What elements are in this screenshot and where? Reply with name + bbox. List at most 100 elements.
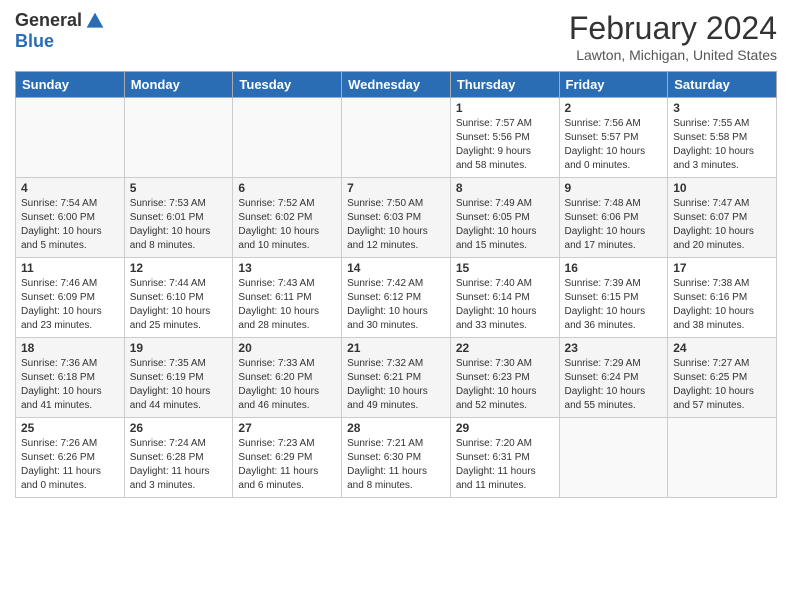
- day-info-line: and 55 minutes.: [565, 399, 663, 413]
- day-info: Sunrise: 7:21 AMSunset: 6:30 PMDaylight:…: [347, 437, 445, 493]
- day-info-line: Sunset: 5:58 PM: [673, 131, 771, 145]
- day-info-line: Sunrise: 7:52 AM: [238, 197, 336, 211]
- location: Lawton, Michigan, United States: [569, 47, 777, 63]
- day-info: Sunrise: 7:46 AMSunset: 6:09 PMDaylight:…: [21, 277, 119, 333]
- calendar-cell: 2Sunrise: 7:56 AMSunset: 5:57 PMDaylight…: [559, 98, 668, 178]
- day-info-line: Daylight: 10 hours: [565, 145, 663, 159]
- day-info-line: Daylight: 10 hours: [456, 385, 554, 399]
- day-info-line: and 49 minutes.: [347, 399, 445, 413]
- day-number: 6: [238, 181, 336, 195]
- calendar-cell: 27Sunrise: 7:23 AMSunset: 6:29 PMDayligh…: [233, 418, 342, 498]
- day-info-line: Daylight: 10 hours: [673, 145, 771, 159]
- day-info-line: Sunset: 6:10 PM: [130, 291, 228, 305]
- day-info-line: Sunrise: 7:38 AM: [673, 277, 771, 291]
- day-info: Sunrise: 7:39 AMSunset: 6:15 PMDaylight:…: [565, 277, 663, 333]
- day-info-line: Sunrise: 7:23 AM: [238, 437, 336, 451]
- calendar-cell: 28Sunrise: 7:21 AMSunset: 6:30 PMDayligh…: [342, 418, 451, 498]
- day-info-line: and 38 minutes.: [673, 319, 771, 333]
- day-info-line: Sunset: 6:26 PM: [21, 451, 119, 465]
- day-info-line: Daylight: 10 hours: [673, 305, 771, 319]
- calendar-week-row: 25Sunrise: 7:26 AMSunset: 6:26 PMDayligh…: [16, 418, 777, 498]
- day-info-line: Sunrise: 7:26 AM: [21, 437, 119, 451]
- day-info-line: and 46 minutes.: [238, 399, 336, 413]
- day-info-line: Daylight: 10 hours: [347, 305, 445, 319]
- day-number: 11: [21, 261, 119, 275]
- header-saturday: Saturday: [668, 72, 777, 98]
- day-info-line: Sunset: 6:18 PM: [21, 371, 119, 385]
- day-number: 9: [565, 181, 663, 195]
- calendar-cell: [559, 418, 668, 498]
- day-info-line: and 17 minutes.: [565, 239, 663, 253]
- day-number: 12: [130, 261, 228, 275]
- day-info-line: and 23 minutes.: [21, 319, 119, 333]
- day-info: Sunrise: 7:52 AMSunset: 6:02 PMDaylight:…: [238, 197, 336, 253]
- calendar-cell: 16 Sunrise: 7:39 AMSunset: 6:15 PMDayligh…: [559, 258, 668, 338]
- calendar-week-row: 4 Sunrise: 7:54 AMSunset: 6:00 PMDaylight…: [16, 178, 777, 258]
- calendar-cell: 26Sunrise: 7:24 AMSunset: 6:28 PMDayligh…: [124, 418, 233, 498]
- day-info-line: Sunset: 6:03 PM: [347, 211, 445, 225]
- day-info-line: Sunrise: 7:44 AM: [130, 277, 228, 291]
- header-tuesday: Tuesday: [233, 72, 342, 98]
- title-block: February 2024 Lawton, Michigan, United S…: [569, 10, 777, 63]
- day-info-line: Daylight: 10 hours: [21, 305, 119, 319]
- day-info-line: and 36 minutes.: [565, 319, 663, 333]
- day-info: Sunrise: 7:20 AMSunset: 6:31 PMDaylight:…: [456, 437, 554, 493]
- day-info-line: Sunset: 6:05 PM: [456, 211, 554, 225]
- day-number: 22: [456, 341, 554, 355]
- calendar-week-row: 11 Sunrise: 7:46 AMSunset: 6:09 PMDayligh…: [16, 258, 777, 338]
- calendar-cell: 7 Sunrise: 7:50 AMSunset: 6:03 PMDaylight…: [342, 178, 451, 258]
- calendar-cell: 23Sunrise: 7:29 AMSunset: 6:24 PMDayligh…: [559, 338, 668, 418]
- logo-general-text: General: [15, 10, 82, 31]
- calendar-cell: 20Sunrise: 7:33 AMSunset: 6:20 PMDayligh…: [233, 338, 342, 418]
- day-info: Sunrise: 7:40 AMSunset: 6:14 PMDaylight:…: [456, 277, 554, 333]
- day-info: Sunrise: 7:30 AMSunset: 6:23 PMDaylight:…: [456, 357, 554, 413]
- header-wednesday: Wednesday: [342, 72, 451, 98]
- day-info-line: Sunrise: 7:54 AM: [21, 197, 119, 211]
- day-info-line: Sunrise: 7:48 AM: [565, 197, 663, 211]
- day-info-line: Sunrise: 7:33 AM: [238, 357, 336, 371]
- calendar-cell: 13Sunrise: 7:43 AMSunset: 6:11 PMDayligh…: [233, 258, 342, 338]
- day-info-line: Daylight: 10 hours: [565, 305, 663, 319]
- calendar-cell: 29 Sunrise: 7:20 AMSunset: 6:31 PMDayligh…: [450, 418, 559, 498]
- day-info-line: Sunrise: 7:40 AM: [456, 277, 554, 291]
- calendar-cell: [16, 98, 125, 178]
- day-info-line: and 58 minutes.: [456, 159, 554, 173]
- calendar-cell: [124, 98, 233, 178]
- day-number: 17: [673, 261, 771, 275]
- day-info: Sunrise: 7:54 AMSunset: 6:00 PMDaylight:…: [21, 197, 119, 253]
- day-info-line: Sunrise: 7:46 AM: [21, 277, 119, 291]
- calendar-cell: 10Sunrise: 7:47 AMSunset: 6:07 PMDayligh…: [668, 178, 777, 258]
- calendar-cell: 21Sunrise: 7:32 AMSunset: 6:21 PMDayligh…: [342, 338, 451, 418]
- header-sunday: Sunday: [16, 72, 125, 98]
- logo: General Blue: [15, 10, 105, 52]
- day-info: Sunrise: 7:49 AMSunset: 6:05 PMDaylight:…: [456, 197, 554, 253]
- day-info-line: Daylight: 10 hours: [456, 305, 554, 319]
- day-number: 16: [565, 261, 663, 275]
- day-number: 1: [456, 101, 554, 115]
- day-info-line: Sunrise: 7:55 AM: [673, 117, 771, 131]
- day-info-line: and 12 minutes.: [347, 239, 445, 253]
- day-number: 24: [673, 341, 771, 355]
- day-info-line: Sunrise: 7:29 AM: [565, 357, 663, 371]
- day-info-line: and 3 minutes.: [130, 479, 228, 493]
- day-info-line: and 20 minutes.: [673, 239, 771, 253]
- day-info-line: Sunrise: 7:30 AM: [456, 357, 554, 371]
- day-info-line: Sunrise: 7:42 AM: [347, 277, 445, 291]
- day-info-line: Sunset: 6:12 PM: [347, 291, 445, 305]
- day-number: 15: [456, 261, 554, 275]
- day-info: Sunrise: 7:43 AMSunset: 6:11 PMDaylight:…: [238, 277, 336, 333]
- calendar-cell: 17Sunrise: 7:38 AMSunset: 6:16 PMDayligh…: [668, 258, 777, 338]
- day-number: 29: [456, 421, 554, 435]
- calendar-cell: [342, 98, 451, 178]
- day-info-line: Sunset: 5:57 PM: [565, 131, 663, 145]
- day-info-line: Sunset: 6:14 PM: [456, 291, 554, 305]
- day-number: 2: [565, 101, 663, 115]
- day-info: Sunrise: 7:50 AMSunset: 6:03 PMDaylight:…: [347, 197, 445, 253]
- header-thursday: Thursday: [450, 72, 559, 98]
- calendar-cell: 1Sunrise: 7:57 AMSunset: 5:56 PMDaylight…: [450, 98, 559, 178]
- day-number: 4: [21, 181, 119, 195]
- day-info: Sunrise: 7:42 AMSunset: 6:12 PMDaylight:…: [347, 277, 445, 333]
- day-info-line: Daylight: 10 hours: [21, 225, 119, 239]
- calendar-cell: 4 Sunrise: 7:54 AMSunset: 6:00 PMDaylight…: [16, 178, 125, 258]
- day-number: 7: [347, 181, 445, 195]
